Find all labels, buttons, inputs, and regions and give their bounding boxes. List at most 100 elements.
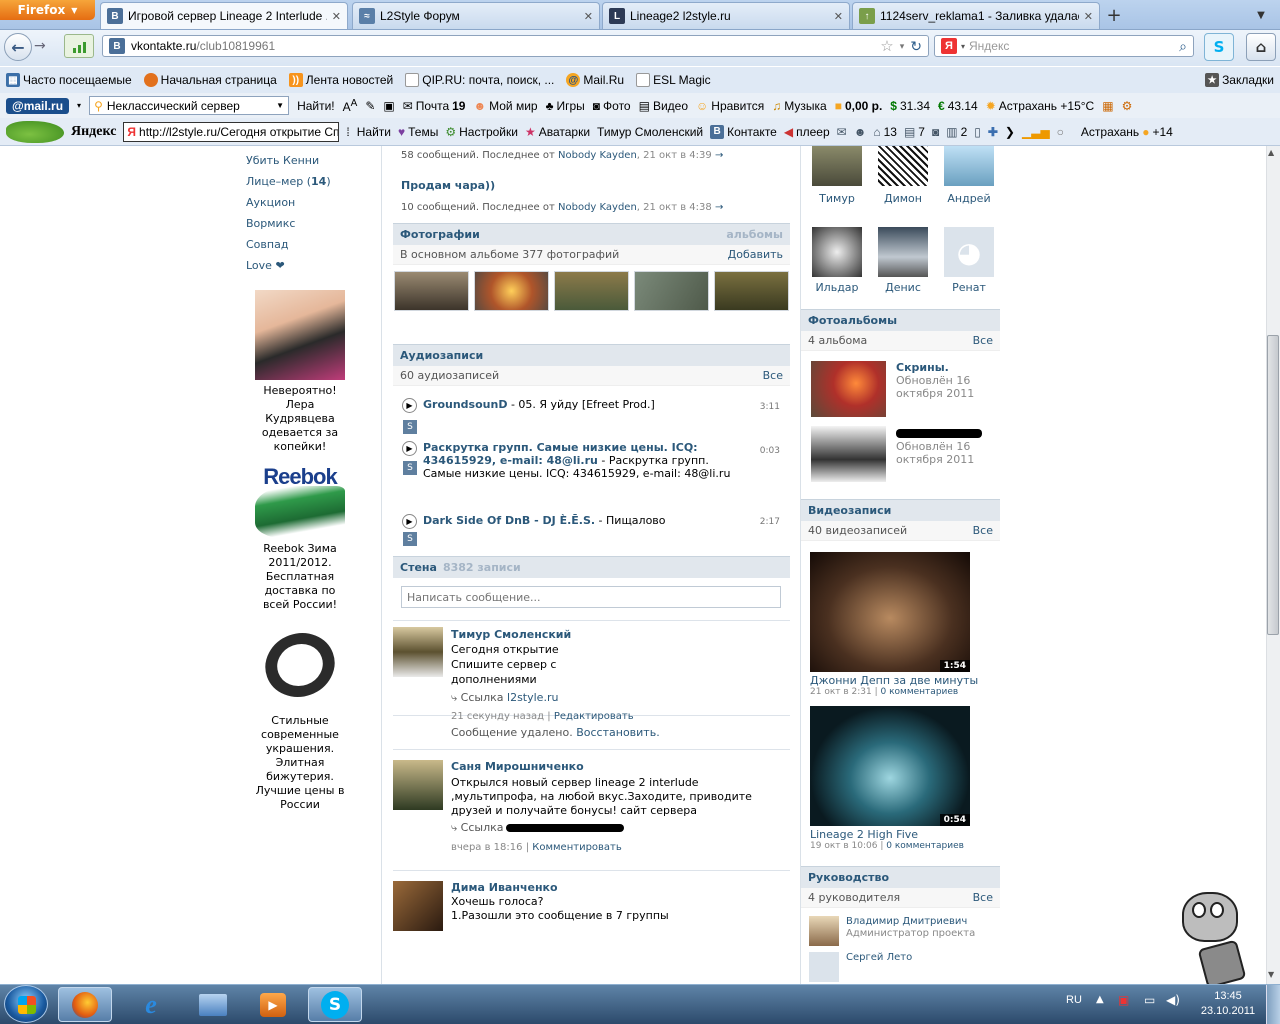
topic-author-link[interactable]: Nobody Kayden: [558, 202, 637, 213]
video-item[interactable]: 1:54 Джонни Депп за две минуты 21 окт в …: [801, 541, 1000, 697]
play-icon[interactable]: ▶: [402, 514, 417, 529]
tab-upload[interactable]: ↑ 1124serv_reklama1 - Заливка удалас... …: [852, 2, 1100, 29]
menu-item-litsemer[interactable]: Лице–мер (14): [246, 171, 356, 192]
back-button[interactable]: ←: [4, 33, 32, 61]
member[interactable]: Тимур: [805, 146, 869, 227]
avatar[interactable]: [393, 881, 443, 931]
video-counter[interactable]: ▥ 2: [946, 125, 967, 139]
leaders-header[interactable]: Руководство: [801, 866, 1000, 888]
usd-rate[interactable]: $31.34: [890, 99, 930, 113]
photo-thumb[interactable]: [714, 271, 789, 311]
taskbar-explorer[interactable]: [186, 987, 240, 1022]
search-bar[interactable]: Я ▾ Яндекс ⌕: [934, 35, 1194, 57]
font-icon[interactable]: AA: [343, 98, 358, 114]
member[interactable]: ◕ Ренат: [937, 227, 1001, 298]
photo-button[interactable]: ◙ Фото: [593, 99, 631, 113]
bookmark-start-page[interactable]: Начальная страница: [143, 73, 277, 87]
avatars-button[interactable]: ★ Аватарки: [525, 125, 590, 139]
scroll-up-icon[interactable]: ▲: [1268, 148, 1274, 157]
tray-arrow-icon[interactable]: ▲: [1096, 994, 1104, 1005]
member[interactable]: Ильдар: [805, 227, 869, 298]
scrollbar-thumb[interactable]: [1267, 335, 1279, 635]
photo-counter[interactable]: ▤ 7: [904, 125, 925, 139]
edit-link[interactable]: Редактировать: [554, 711, 634, 722]
window-icon[interactable]: ▣: [383, 99, 394, 113]
videos-header[interactable]: Видеозаписи: [801, 499, 1000, 521]
home-button[interactable]: ⌂: [1246, 33, 1276, 61]
page-icon[interactable]: ▯: [974, 125, 981, 139]
track-artist[interactable]: GroundsounD: [423, 398, 507, 411]
lizard-icon[interactable]: [6, 120, 64, 143]
signal-icon[interactable]: ▁▃▅: [1022, 125, 1050, 139]
camera-icon[interactable]: ◙: [932, 125, 939, 139]
like-button[interactable]: ☺ Нравится: [696, 99, 764, 113]
albums-link[interactable]: альбомы: [726, 228, 783, 241]
menu-item-wormix[interactable]: Вормикс: [246, 213, 356, 234]
vk-contact-button[interactable]: B Контакте: [710, 124, 777, 139]
taskbar-ie[interactable]: e: [124, 987, 178, 1022]
leader-item[interactable]: Владимир Дмитриевич Администратор проект…: [801, 908, 1000, 948]
reebok-logo[interactable]: Reebok: [250, 466, 350, 488]
monitor-icon[interactable]: ▭: [1144, 993, 1155, 1007]
chevron-right-icon[interactable]: ❯: [1005, 125, 1015, 139]
people-icon[interactable]: ☻: [854, 125, 867, 139]
ad-image-woman[interactable]: [255, 290, 345, 380]
album-item[interactable]: Обновлён 16 октября 2011: [801, 416, 1000, 482]
home-counter[interactable]: ⌂ 13: [873, 125, 897, 139]
yandex-logo[interactable]: Яндекс: [71, 124, 116, 140]
games-button[interactable]: ♣ Игры: [546, 99, 585, 113]
s-icon[interactable]: S: [403, 461, 417, 475]
member[interactable]: Денис: [871, 227, 935, 298]
moymir-button[interactable]: ☻ Мой мир: [473, 99, 537, 113]
post-link-url[interactable]: l2style.ru: [507, 691, 558, 704]
arrow-right-icon[interactable]: →: [715, 150, 723, 161]
scroll-down-icon[interactable]: ▼: [1268, 970, 1274, 979]
photo-thumb[interactable]: [474, 271, 549, 311]
list-tabs-button[interactable]: ▼: [1246, 4, 1276, 26]
player-button[interactable]: ◀ плеер: [784, 125, 830, 139]
close-icon[interactable]: ✕: [1084, 10, 1093, 23]
album-item[interactable]: Скрины. Обновлён 16 октября 2011: [801, 351, 1000, 417]
themes-button[interactable]: ♥ Темы: [398, 125, 438, 139]
topic-title[interactable]: Продам чара)): [393, 165, 790, 192]
post-author[interactable]: Тимур Смоленский: [451, 628, 571, 641]
forward-button[interactable]: →: [34, 38, 46, 54]
network-icon[interactable]: ▣: [1118, 993, 1129, 1007]
play-icon[interactable]: ▶: [402, 398, 417, 413]
ad-text[interactable]: Reebok Зима 2011/2012. Бесплатная достав…: [250, 542, 350, 612]
mail-button[interactable]: ✉ Почта 19: [403, 99, 466, 113]
bookmark-mailru[interactable]: @ Mail.Ru: [566, 73, 624, 87]
menu-item-kenny[interactable]: Убить Кенни: [246, 150, 356, 171]
video-button[interactable]: ▤ Видео: [639, 99, 688, 113]
language-indicator[interactable]: RU: [1066, 994, 1082, 1006]
ad-image-ring[interactable]: [256, 623, 344, 707]
menu-item-auction[interactable]: Аукцион: [246, 192, 356, 213]
play-icon[interactable]: ▶: [402, 441, 417, 456]
tab-l2style-forum[interactable]: ≈ L2Style Форум ✕: [352, 2, 600, 29]
wall-message-input[interactable]: [401, 586, 781, 608]
videos-all-link[interactable]: Все: [973, 524, 993, 537]
show-desktop-button[interactable]: [1266, 985, 1280, 1024]
comment-link[interactable]: Комментировать: [532, 842, 622, 853]
menu-item-sovpad[interactable]: Совпад: [246, 234, 356, 255]
photo-thumb[interactable]: [554, 271, 629, 311]
envelope-icon[interactable]: ✉: [837, 125, 847, 139]
audio-header[interactable]: Аудиозаписи: [393, 344, 790, 366]
track-artist[interactable]: Dark Side Of DnB - DJ È.Ē.S.: [423, 514, 595, 527]
albums-all-link[interactable]: Все: [973, 334, 993, 347]
clock[interactable]: 13:45 23.10.2011: [1196, 989, 1260, 1019]
skype-icon[interactable]: S: [1204, 33, 1234, 61]
dropdown-arrow-icon[interactable]: ▾: [961, 42, 965, 51]
mailru-logo[interactable]: @mail.ru: [6, 97, 70, 114]
weather-button[interactable]: ✹ Астрахань +15°C: [986, 99, 1094, 113]
weather-yandex[interactable]: Астрахань ● +14: [1081, 125, 1173, 139]
new-tab-button[interactable]: +: [1102, 4, 1126, 26]
yandex-find-button[interactable]: Найти: [357, 125, 391, 139]
albums-header[interactable]: Фотоальбомы: [801, 309, 1000, 331]
add-photo-link[interactable]: Добавить: [728, 248, 783, 261]
wall-header[interactable]: Стена 8382 записи: [393, 556, 790, 578]
topic-author-link[interactable]: Nobody Kayden: [558, 150, 637, 161]
post-author[interactable]: Дима Иванченко: [451, 881, 558, 894]
volume-icon[interactable]: ◀): [1166, 993, 1180, 1007]
menu-item-love[interactable]: Love ❤: [246, 255, 356, 276]
